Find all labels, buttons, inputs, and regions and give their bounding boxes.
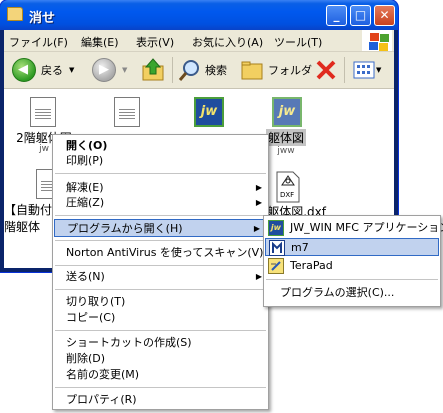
menu-view[interactable]: 表示(V): [136, 34, 174, 50]
jw-icon: jw: [272, 97, 302, 127]
submenu-arrow-icon: ▶: [253, 224, 260, 233]
close-button[interactable]: ✕: [374, 5, 395, 26]
menu-separator: [55, 289, 266, 290]
open-with-m7[interactable]: m7: [265, 238, 439, 256]
dxf-file-icon: DXF: [276, 171, 300, 203]
forward-button[interactable]: ▶ ▼: [92, 55, 127, 85]
up-folder-icon: [142, 58, 164, 81]
menu-separator: [266, 279, 438, 280]
menu-edit[interactable]: 編集(E): [81, 34, 119, 50]
file-name: 躯体図: [265, 129, 306, 146]
menu-separator: [55, 387, 266, 388]
menu-open-with[interactable]: プログラムから開く(H) ▶: [54, 219, 267, 237]
windows-logo-icon: [362, 30, 392, 51]
toolbar-separator: [344, 57, 345, 83]
folders-label: フォルダ: [268, 64, 312, 77]
chevron-down-icon: ▼: [69, 66, 75, 74]
search-icon: [178, 60, 199, 81]
menu-separator: [55, 330, 266, 331]
folder-icon: [7, 7, 23, 21]
m7-icon: [269, 240, 285, 256]
menu-separator: [55, 240, 266, 241]
search-button[interactable]: 検索: [178, 55, 227, 85]
chevron-down-icon: ▼: [376, 66, 382, 74]
menu-file[interactable]: ファイル(F): [9, 34, 68, 50]
menu-norton-scan[interactable]: Norton AntiVirus を使ってスキャン(V): [53, 244, 268, 262]
chevron-down-icon: ▼: [122, 66, 128, 74]
menu-properties[interactable]: プロパティ(R): [53, 391, 268, 409]
back-arrow-icon: ◀: [12, 58, 36, 82]
open-with-terapad[interactable]: TeraPad: [264, 257, 440, 275]
delete-button[interactable]: [314, 55, 338, 85]
folders-icon: [241, 61, 263, 80]
jw-icon: jw: [194, 97, 224, 127]
document-icon: [30, 97, 56, 127]
up-folder-button[interactable]: [140, 55, 166, 85]
menu-compress[interactable]: 圧縮(Z) ▶: [53, 194, 268, 212]
forward-arrow-icon: ▶: [92, 58, 116, 82]
submenu-arrow-icon: ▶: [255, 272, 262, 281]
back-button[interactable]: ◀ 戻る ▼: [12, 55, 74, 85]
search-label: 検索: [205, 64, 227, 77]
terapad-icon: [268, 258, 284, 274]
menu-bar: ファイル(F) 編集(E) 表示(V) お気に入り(A) ツール(T): [4, 30, 394, 52]
document-icon: [114, 97, 140, 127]
toolbar: ◀ 戻る ▼ ▶ ▼ 検索 フォルダ ▼: [4, 52, 394, 89]
maximize-button[interactable]: □: [350, 5, 371, 26]
file-item[interactable]: [88, 97, 168, 129]
open-with-submenu: jw JW_WIN MFC アプリケーション m7 TeraPad プログラムの…: [263, 215, 443, 307]
views-icon: [353, 61, 375, 79]
back-label: 戻る: [41, 64, 63, 77]
menu-favorites[interactable]: お気に入り(A): [192, 34, 263, 50]
context-menu: 開く(O) 印刷(P) 解凍(E) ▶ 圧縮(Z) ▶ プログラムから開く(H) ▶ …: [52, 134, 269, 410]
menu-rename[interactable]: 名前の変更(M): [53, 366, 268, 384]
title-bar[interactable]: 消せ _ □ ✕: [0, 0, 398, 30]
menu-separator: [55, 265, 266, 266]
file-item[interactable]: jw: [168, 97, 248, 129]
menu-separator: [55, 173, 266, 174]
views-button[interactable]: ▼: [352, 55, 381, 85]
open-with-jw-win[interactable]: jw JW_WIN MFC アプリケーション: [264, 219, 443, 237]
submenu-arrow-icon: ▶: [255, 198, 262, 207]
dxf-label: DXF: [280, 191, 294, 199]
menu-copy[interactable]: コピー(C): [53, 309, 268, 327]
folders-button[interactable]: フォルダ: [240, 55, 312, 85]
minimize-button[interactable]: _: [326, 5, 347, 26]
toolbar-separator: [172, 57, 173, 83]
delete-x-icon: [316, 60, 336, 80]
window-title: 消せ: [29, 11, 56, 26]
menu-separator: [55, 215, 266, 216]
menu-print[interactable]: 印刷(P): [53, 152, 268, 170]
open-with-choose-program[interactable]: プログラムの選択(C)...: [264, 284, 440, 302]
jw-icon: jw: [268, 220, 284, 236]
menu-send-to[interactable]: 送る(N) ▶: [53, 268, 268, 286]
menu-tools[interactable]: ツール(T): [274, 34, 322, 50]
